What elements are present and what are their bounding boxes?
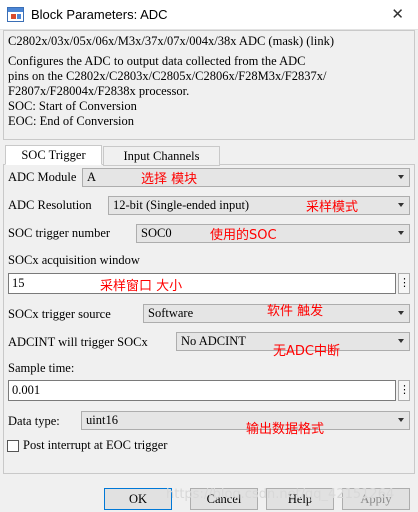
annotation-data-type: 输出数据格式 [246, 422, 325, 437]
data-type-value: uint16 [86, 413, 118, 427]
simulink-block-icon [7, 7, 24, 22]
adc-module-value: A [87, 170, 97, 184]
chevron-down-icon [398, 175, 404, 179]
close-icon[interactable]: ✕ [391, 5, 404, 23]
tab-input-channels[interactable]: Input Channels [103, 146, 220, 166]
mask-description: Configures the ADC to output data collec… [8, 54, 327, 128]
annotation-soc-trigger-number: 使用的SOC [210, 228, 277, 243]
acq-window-input[interactable]: 15 [8, 273, 396, 294]
adcint-label: ADCINT will trigger SOCx [8, 335, 148, 349]
annotation-trigger-source: 软件 触发 [267, 304, 324, 319]
more-options-icon[interactable]: ⋮ [398, 380, 410, 401]
annotation-adc-resolution: 采样模式 [306, 200, 359, 215]
annotation-adcint: 无ADC中断 [273, 344, 340, 359]
adc-module-dropdown[interactable]: A [82, 168, 410, 187]
sample-time-input[interactable]: 0.001 [8, 380, 396, 401]
annotation-acq-window: 采样窗口 大小 [100, 279, 183, 294]
mask-title: C2802x/03x/05x/06x/M3x/37x/07x/004x/38x … [8, 34, 335, 48]
window-title: Block Parameters: ADC [31, 7, 168, 22]
chevron-down-icon [398, 311, 404, 315]
adcint-value: No ADCINT [181, 334, 246, 348]
post-interrupt-label: Post interrupt at EOC trigger [23, 438, 168, 452]
trigger-source-value: Software [148, 306, 194, 320]
chevron-down-icon [398, 203, 404, 207]
chevron-down-icon [398, 339, 404, 343]
soc-trigger-number-value: SOC0 [141, 226, 172, 240]
sample-time-label: Sample time: [8, 361, 75, 375]
title-bar: Block Parameters: ADC ✕ [0, 0, 418, 30]
tab-soc-trigger[interactable]: SOC Trigger [5, 145, 102, 165]
trigger-source-label: SOCx trigger source [8, 307, 111, 321]
soc-trigger-number-label: SOC trigger number [8, 226, 111, 240]
more-options-icon[interactable]: ⋮ [398, 273, 410, 294]
ok-button[interactable]: OK [104, 488, 172, 510]
adc-resolution-dropdown[interactable]: 12-bit (Single-ended input) [108, 196, 410, 215]
chevron-down-icon [398, 231, 404, 235]
data-type-label: Data type: [8, 414, 60, 428]
watermark: https://blog.csdn.net/qq_42151264 [166, 487, 395, 502]
adc-resolution-value: 12-bit (Single-ended input) [113, 198, 250, 212]
adc-module-label: ADC Module [8, 170, 77, 184]
adc-resolution-label: ADC Resolution [8, 198, 92, 212]
annotation-adc-module: 选择 模块 [141, 172, 198, 187]
acq-window-label: SOCx acquisition window [8, 253, 140, 267]
chevron-down-icon [398, 418, 404, 422]
post-interrupt-checkbox[interactable] [7, 440, 19, 452]
